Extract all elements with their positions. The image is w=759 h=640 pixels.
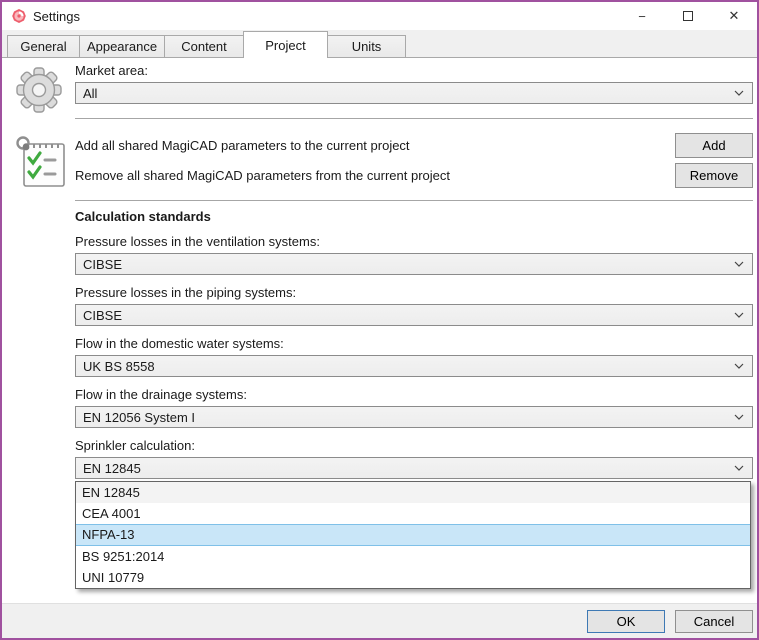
chevron-down-icon xyxy=(734,261,744,267)
remove-parameters-row: Remove all shared MagiCAD parameters fro… xyxy=(75,163,753,188)
remove-button[interactable]: Remove xyxy=(675,163,753,188)
tab-label: Content xyxy=(181,39,227,54)
chevron-down-icon xyxy=(734,414,744,420)
cancel-button[interactable]: Cancel xyxy=(675,610,753,633)
calculation-standards-heading: Calculation standards xyxy=(75,209,753,224)
sprinkler-calculation-select[interactable]: EN 12845 xyxy=(75,457,753,479)
tab-label: General xyxy=(20,39,66,54)
gear-icon xyxy=(13,64,65,116)
drainage-flow-label: Flow in the drainage systems: xyxy=(75,387,753,403)
domestic-water-flow-select[interactable]: UK BS 8558 xyxy=(75,355,753,377)
add-parameters-row: Add all shared MagiCAD parameters to the… xyxy=(75,133,753,158)
window-title: Settings xyxy=(33,9,80,24)
ventilation-pressure-select[interactable]: CIBSE xyxy=(75,253,753,275)
sprinkler-dropdown-list: EN 12845 CEA 4001 NFPA-13 BS 9251:2014 U… xyxy=(75,481,751,589)
separator xyxy=(75,118,753,119)
maximize-button[interactable] xyxy=(665,2,711,30)
chevron-down-icon xyxy=(734,363,744,369)
market-area-label: Market area: xyxy=(75,63,753,79)
icon-rail xyxy=(2,58,75,196)
dropdown-option-nfpa-13[interactable]: NFPA-13 xyxy=(76,524,750,546)
combo-value: EN 12845 xyxy=(83,461,734,476)
add-parameters-text: Add all shared MagiCAD parameters to the… xyxy=(75,138,675,153)
combo-value: CIBSE xyxy=(83,257,734,272)
tab-appearance[interactable]: Appearance xyxy=(79,35,165,57)
chevron-down-icon xyxy=(734,465,744,471)
remove-parameters-text: Remove all shared MagiCAD parameters fro… xyxy=(75,168,675,183)
add-button[interactable]: Add xyxy=(675,133,753,158)
tab-label: Appearance xyxy=(87,39,157,54)
dropdown-option-cea-4001[interactable]: CEA 4001 xyxy=(76,503,750,524)
minimize-button[interactable]: − xyxy=(619,2,665,30)
dropdown-option-uni-10779[interactable]: UNI 10779 xyxy=(76,567,750,588)
chevron-down-icon xyxy=(734,90,744,96)
close-icon: ✕ xyxy=(729,8,740,24)
tab-content[interactable]: Content xyxy=(164,35,244,57)
tab-project[interactable]: Project xyxy=(243,31,328,58)
dropdown-option-bs-9251[interactable]: BS 9251:2014 xyxy=(76,546,750,567)
tab-units[interactable]: Units xyxy=(327,35,406,57)
piping-pressure-select[interactable]: CIBSE xyxy=(75,304,753,326)
separator xyxy=(75,200,753,201)
titlebar: Settings − ✕ xyxy=(2,2,757,30)
combo-value: EN 12056 System I xyxy=(83,410,734,425)
settings-dialog: Settings − ✕ General Appearance Content … xyxy=(0,0,759,640)
combo-value: CIBSE xyxy=(83,308,734,323)
magicad-logo-icon xyxy=(11,8,27,24)
tab-general[interactable]: General xyxy=(7,35,80,57)
market-area-select[interactable]: All xyxy=(75,82,753,104)
drainage-flow-select[interactable]: EN 12056 System I xyxy=(75,406,753,428)
dropdown-option-en-12845[interactable]: EN 12845 xyxy=(76,482,750,503)
domestic-water-flow-label: Flow in the domestic water systems: xyxy=(75,336,753,352)
minimize-icon: − xyxy=(638,9,646,24)
ventilation-pressure-label: Pressure losses in the ventilation syste… xyxy=(75,234,753,250)
close-button[interactable]: ✕ xyxy=(711,2,757,30)
sprinkler-calculation-label: Sprinkler calculation: xyxy=(75,438,753,454)
sprinkler-combo-anchor: EN 12845 EN 12845 CEA 4001 NFPA-13 BS 92… xyxy=(75,457,753,479)
market-area-value: All xyxy=(83,86,734,101)
project-tab-panel: Market area: All Add all shared MagiCAD … xyxy=(2,58,757,603)
chevron-down-icon xyxy=(734,312,744,318)
checklist-icon xyxy=(14,135,68,191)
piping-pressure-label: Pressure losses in the piping systems: xyxy=(75,285,753,301)
dialog-footer: OK Cancel xyxy=(2,603,757,638)
maximize-icon xyxy=(683,11,693,21)
tab-label: Project xyxy=(265,38,305,53)
tab-label: Units xyxy=(352,39,382,54)
tab-strip: General Appearance Content Project Units xyxy=(2,30,757,58)
combo-value: UK BS 8558 xyxy=(83,359,734,374)
ok-button[interactable]: OK xyxy=(587,610,665,633)
